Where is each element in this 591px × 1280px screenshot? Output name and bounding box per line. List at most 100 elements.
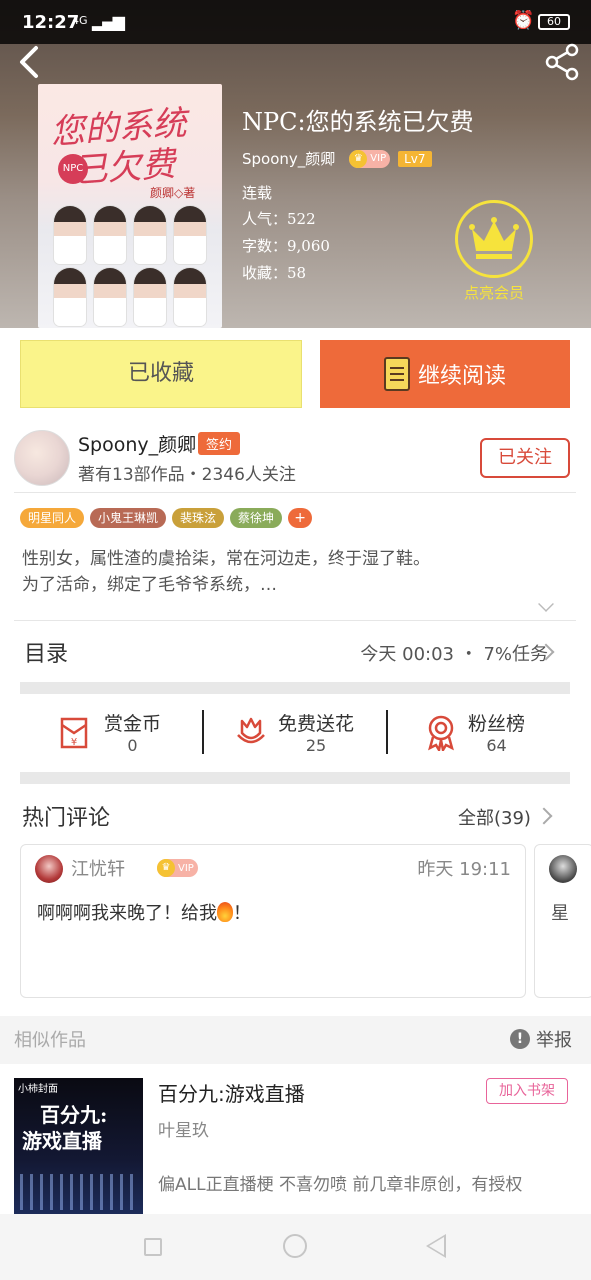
- reward-button[interactable]: ¥ 赏金币 0: [58, 704, 161, 760]
- table-of-contents-row[interactable]: 目录 今天 00:03 ・ 7%任务: [20, 636, 572, 688]
- cover-illustration: [20, 1174, 140, 1210]
- fan-ranking-value: 64: [486, 736, 507, 755]
- description-line: 性别女，属性渣的虞拾柒，常在河边走，终于湿了鞋。: [22, 549, 430, 569]
- similar-works-header: 相似作品 ! 举报: [0, 1016, 591, 1064]
- book-header: 12:27 4G ▂▄▆ ⏰ 60 您的系统 已欠费 NPC 颜卿◇著 NPC:…: [0, 0, 591, 328]
- stats-row: ¥ 赏金币 0 免费送花 25 粉丝榜 64: [20, 704, 572, 760]
- similar-book-item[interactable]: 小柿封面 百分九: 游戏直播 百分九:游戏直播 叶星玖 偏ALL正直播梗 不喜勿…: [0, 1064, 591, 1214]
- cover-author: 颜卿◇著: [150, 186, 196, 200]
- book-cover[interactable]: 您的系统 已欠费 NPC 颜卿◇著: [38, 84, 222, 328]
- avatar[interactable]: [14, 430, 70, 486]
- tag[interactable]: 小鬼王琳凯: [90, 508, 167, 528]
- comment-text-end: ！: [233, 903, 251, 924]
- vip-text: VIP: [178, 862, 194, 874]
- divider: [202, 710, 204, 754]
- battery-icon: 60: [538, 14, 570, 30]
- comment-card[interactable]: 江忧轩 ♛ VIP 昨天 19:11 啊啊啊我来晚了！给我 ！: [20, 844, 526, 998]
- author-name[interactable]: Spoony_颜卿: [78, 430, 196, 457]
- book-word-count: 字数：9,060: [242, 237, 330, 255]
- book-author-line[interactable]: Spoony_颜卿 ♛ VIP Lv7: [242, 148, 432, 169]
- cover-figure: [134, 206, 166, 264]
- all-comments-link[interactable]: 全部(39): [458, 804, 531, 830]
- signed-badge: 签约: [198, 432, 241, 455]
- level-badge: Lv7: [398, 150, 432, 167]
- tag[interactable]: 蔡徐坤: [230, 508, 283, 528]
- add-to-shelf-button[interactable]: 加入书架: [486, 1078, 568, 1104]
- comment-card[interactable]: 星: [534, 844, 591, 998]
- book-status: 连载: [242, 184, 273, 202]
- system-nav-bar: [0, 1214, 591, 1280]
- cover-figure: [54, 206, 86, 264]
- flower-value: 25: [305, 736, 327, 755]
- cover-badge: NPC: [58, 154, 88, 184]
- report-label: 举报: [536, 1030, 572, 1051]
- report-button[interactable]: ! 举报: [510, 1026, 572, 1052]
- toc-update: 今天 00:03 ・ 7%任务: [360, 644, 548, 665]
- recent-apps-button[interactable]: [144, 1238, 162, 1256]
- fan-ranking-label: 粉丝榜: [468, 713, 526, 735]
- tag[interactable]: 裴珠泫: [172, 508, 225, 528]
- share-button[interactable]: [542, 42, 582, 82]
- similar-book-cover[interactable]: 小柿封面 百分九: 游戏直播: [14, 1078, 143, 1214]
- section-divider: [20, 772, 570, 784]
- back-button[interactable]: [12, 44, 48, 80]
- divider: [14, 492, 576, 493]
- continue-reading-label: 继续阅读: [417, 364, 506, 389]
- cover-illustration: [38, 202, 222, 328]
- share-icon: [545, 43, 579, 81]
- avatar[interactable]: [35, 855, 63, 883]
- vip-badge: ♛ VIP: [349, 149, 391, 168]
- fire-emoji-icon: [217, 902, 233, 922]
- author-row[interactable]: Spoony_颜卿 签约 著有13部作品・2346人关注 已关注: [14, 428, 576, 494]
- cover-figure: [174, 206, 206, 264]
- author-stats: 著有13部作品・2346人关注: [78, 465, 296, 485]
- chevron-right-icon: [535, 807, 553, 825]
- similar-book-title[interactable]: 百分九:游戏直播: [158, 1078, 305, 1107]
- chevron-left-icon: [20, 46, 38, 78]
- comment-text-body: 啊啊啊我来晚了！给我: [37, 903, 217, 924]
- book-icon: [383, 357, 410, 391]
- follow-button[interactable]: 已关注: [480, 438, 570, 478]
- svg-text:¥: ¥: [71, 737, 77, 748]
- avatar[interactable]: [549, 855, 577, 883]
- book-description[interactable]: 性别女，属性渣的虞拾柒，常在河边走，终于湿了鞋。 为了活命，绑定了毛爷爷系统，…: [22, 546, 542, 598]
- warning-icon: !: [510, 1029, 530, 1049]
- crown-icon: [455, 200, 533, 278]
- hot-comments-title: 热门评论: [22, 806, 111, 831]
- continue-reading-button[interactable]: 继续阅读: [320, 340, 570, 408]
- chevron-down-icon[interactable]: [538, 596, 554, 612]
- comment-time: 昨天 19:11: [417, 859, 511, 880]
- add-tag-button[interactable]: +: [288, 508, 313, 528]
- fan-ranking-button[interactable]: 粉丝榜 64: [422, 704, 525, 760]
- cover-figure: [94, 206, 126, 264]
- cover-title-line1: 百分九:: [40, 1103, 108, 1127]
- comment-user[interactable]: 江忧轩: [71, 855, 125, 881]
- tag-list: 明星同人 小鬼王琳凯 裴珠泫 蔡徐坤 +: [20, 508, 313, 528]
- send-flower-button[interactable]: 免费送花 25: [232, 704, 354, 760]
- book-popularity: 人气：522: [242, 210, 316, 228]
- cover-figure: [94, 268, 126, 326]
- status-time: 12:27: [22, 12, 80, 33]
- action-bar: 已收藏 继续阅读: [0, 328, 591, 410]
- book-favorites: 收藏：58: [242, 264, 307, 282]
- cover-title: 百分九: 游戏直播: [22, 1102, 107, 1154]
- book-author[interactable]: Spoony_颜卿: [242, 148, 335, 169]
- book-title: NPC:您的系统已欠费: [242, 108, 474, 136]
- cover-figure: [134, 268, 166, 326]
- description-line: 为了活命，绑定了毛爷爷系统，…: [22, 575, 277, 595]
- similar-book-description: 偏ALL正直播梗 不喜勿喷 前几章非原创，有授权: [158, 1175, 523, 1195]
- home-button[interactable]: [283, 1234, 307, 1258]
- cover-figure: [174, 268, 206, 326]
- section-divider: [20, 682, 570, 694]
- divider: [14, 620, 576, 621]
- cover-publisher: 小柿封面: [18, 1084, 58, 1095]
- favorited-button[interactable]: 已收藏: [20, 340, 302, 408]
- system-back-button[interactable]: [426, 1234, 446, 1258]
- cover-title-line2: 游戏直播: [22, 1129, 102, 1153]
- vip-member-button[interactable]: 点亮会员: [452, 200, 536, 303]
- tag[interactable]: 明星同人: [20, 508, 85, 528]
- network-indicator: 4G: [72, 14, 88, 27]
- vip-badge: ♛ VIP: [157, 859, 198, 877]
- status-bar: 12:27 4G ▂▄▆ ⏰ 60: [0, 0, 591, 44]
- reward-label: 赏金币: [104, 713, 162, 735]
